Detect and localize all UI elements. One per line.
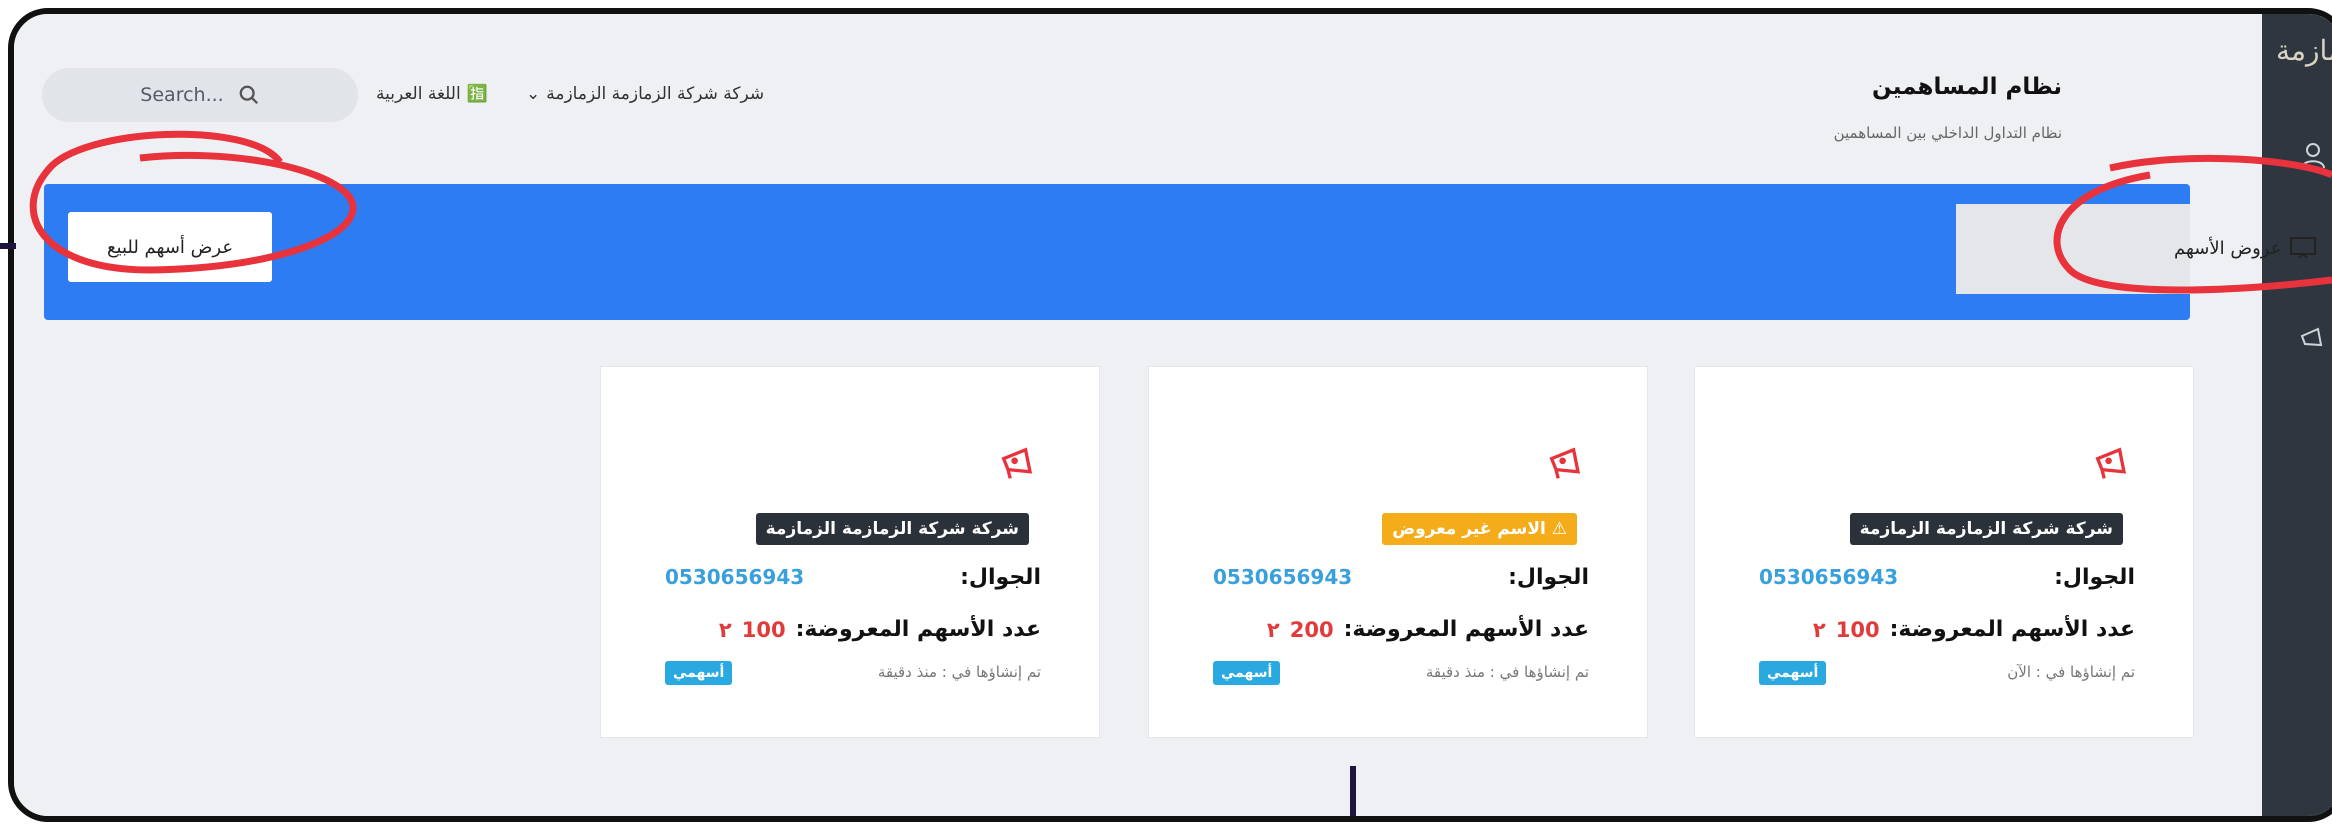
- translate-icon: 🈯: [466, 84, 488, 104]
- phone-value[interactable]: 0530656943: [665, 565, 804, 589]
- main-content: Search... 🈯 اللغة العربية شركة شركة الزم…: [14, 14, 2260, 816]
- megaphone-icon: [2095, 447, 2127, 479]
- created-time: تم إنشاؤها في : الآن: [2007, 663, 2135, 681]
- my-shares-badge: أسهمي: [1759, 661, 1827, 685]
- presentation-icon: [2290, 237, 2317, 259]
- offered-shares-row: عدد الأسهم المعروضة: 100 ٢: [719, 617, 1041, 642]
- offer-card: شركة شركة الزمازمة الزمازمة الجوال: 0530…: [600, 366, 1100, 738]
- offered-shares-value: 100: [741, 617, 786, 642]
- phone-value[interactable]: 0530656943: [1213, 565, 1352, 589]
- language-label: اللغة العربية: [376, 84, 461, 104]
- chevron-down-icon: ⌄: [526, 84, 541, 104]
- user-icon[interactable]: [2298, 140, 2328, 170]
- offer-card: شركة شركة الزمازمة الزمازمة الجوال: 0530…: [1694, 366, 2194, 738]
- sidebar-item-label: عروض الأسهم: [2174, 237, 2282, 259]
- company-dropdown[interactable]: شركة شركة الزمازمة الزمازمة ⌄: [526, 84, 764, 104]
- sidebar-item-share-offers[interactable]: عروض الأسهم: [2174, 228, 2317, 268]
- name-hidden-badge: ⚠ الاسم غير معروض: [1382, 513, 1577, 545]
- offer-card: ⚠ الاسم غير معروض الجوال: 0530656943 عدد…: [1148, 366, 1648, 738]
- active-tab-highlight: [1956, 204, 2190, 294]
- toolbar-banner: [44, 184, 2190, 320]
- company-dropdown-label: شركة شركة الزمازمة الزمازمة: [546, 84, 765, 104]
- offered-shares-label: عدد الأسهم المعروضة:: [1889, 617, 2135, 642]
- search-icon: [239, 85, 258, 105]
- phone-label: الجوال:: [1508, 565, 1589, 590]
- search-placeholder[interactable]: Search...: [140, 84, 223, 106]
- stock-icon: ٢: [1812, 617, 1826, 642]
- stock-icon: ٢: [1266, 617, 1280, 642]
- language-switch[interactable]: 🈯 اللغة العربية: [376, 84, 488, 104]
- my-shares-badge: أسهمي: [1213, 661, 1281, 685]
- company-badge: شركة شركة الزمازمة الزمازمة: [1849, 513, 2123, 545]
- megaphone-icon: [1549, 447, 1581, 479]
- phone-value[interactable]: 0530656943: [1759, 565, 1898, 589]
- stock-icon: ٢: [718, 617, 732, 642]
- offered-shares-value: 200: [1289, 617, 1334, 642]
- offered-shares-value: 100: [1835, 617, 1880, 642]
- right-sidebar: زمازمة: [2262, 14, 2332, 816]
- created-time: تم إنشاؤها في : منذ دقيقة: [1425, 663, 1589, 681]
- app-logo: زمازمة: [2276, 34, 2332, 67]
- app-frame: Search... 🈯 اللغة العربية شركة شركة الزم…: [8, 8, 2332, 822]
- offer-shares-button[interactable]: عرض أسهم للبيع: [68, 212, 272, 282]
- offered-shares-label: عدد الأسهم المعروضة:: [1343, 617, 1589, 642]
- offered-shares-label: عدد الأسهم المعروضة:: [795, 617, 1041, 642]
- page-subtitle: نظام التداول الداخلي بين المساهمين: [1833, 124, 2062, 142]
- offered-shares-row: عدد الأسهم المعروضة: 100 ٢: [1813, 617, 2135, 642]
- megaphone-icon[interactable]: [2298, 324, 2328, 354]
- page-title: نظام المساهمين: [1872, 74, 2062, 100]
- divider-line: [1350, 766, 1356, 816]
- search-box[interactable]: Search...: [42, 68, 358, 122]
- phone-label: الجوال:: [960, 565, 1041, 590]
- my-shares-badge: أسهمي: [665, 661, 733, 685]
- created-time: تم إنشاؤها في : منذ دقيقة: [877, 663, 1041, 681]
- phone-label: الجوال:: [2054, 565, 2135, 590]
- offered-shares-row: عدد الأسهم المعروضة: 200 ٢: [1267, 617, 1589, 642]
- megaphone-icon: [1001, 447, 1033, 479]
- company-badge: شركة شركة الزمازمة الزمازمة: [755, 513, 1029, 545]
